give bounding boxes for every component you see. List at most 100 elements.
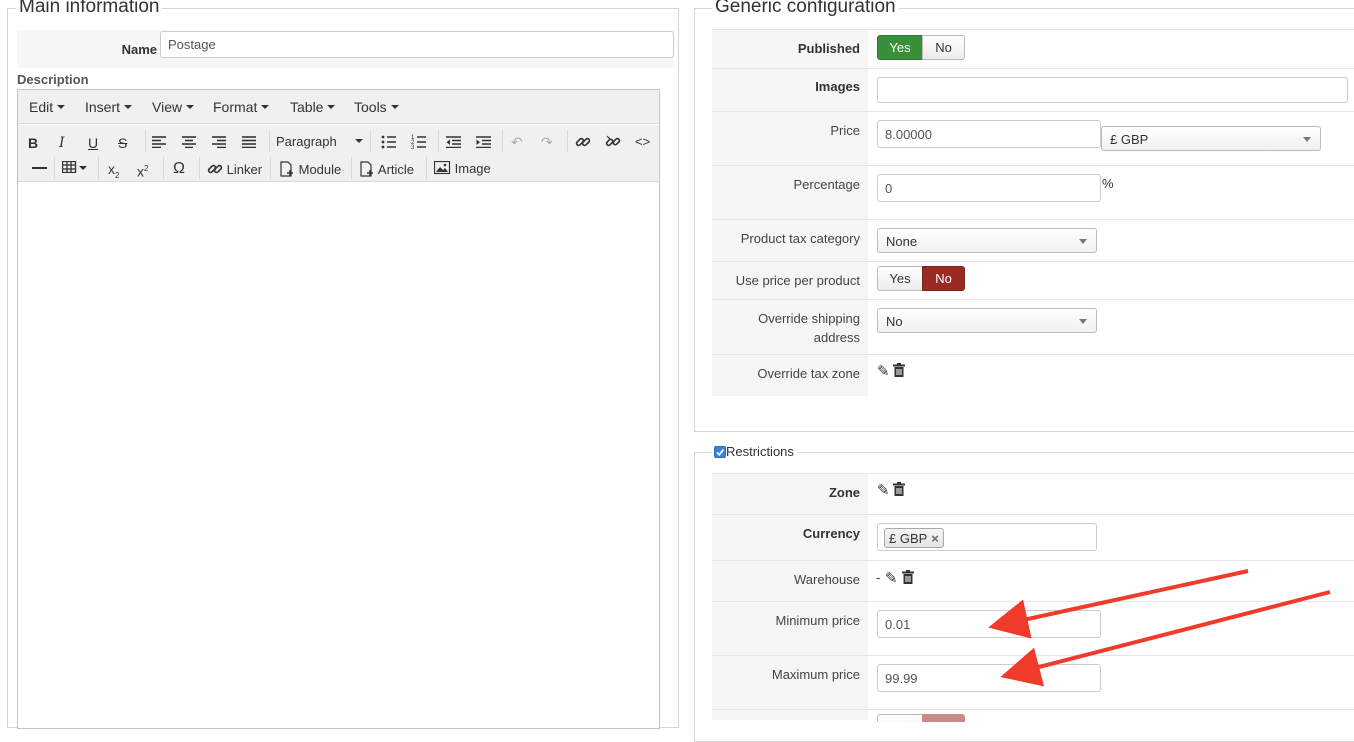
restrictions-checkbox[interactable] — [714, 446, 726, 458]
svg-text:3: 3 — [411, 145, 415, 149]
trash-icon[interactable] — [902, 570, 914, 584]
linker-button[interactable]: Linker — [207, 161, 262, 177]
underline-icon[interactable]: U — [88, 135, 98, 151]
menu-tools[interactable]: Tools — [354, 99, 399, 115]
row-label-cell — [712, 112, 868, 165]
image-icon — [433, 160, 451, 175]
indent-icon[interactable] — [476, 136, 491, 148]
restrictions-legend: Restrictions — [712, 444, 797, 459]
redo-icon[interactable]: ↷ — [541, 134, 553, 150]
published-yes-button[interactable]: Yes — [877, 35, 923, 60]
chevron-down-icon[interactable] — [79, 166, 87, 170]
trash-icon[interactable] — [893, 482, 905, 496]
menu-view[interactable]: View — [152, 99, 195, 115]
toolbar-separator — [426, 157, 427, 179]
align-right-icon[interactable] — [212, 136, 226, 148]
name-label: Name — [121, 42, 157, 57]
numbered-list-icon[interactable]: 123 — [411, 134, 426, 149]
override-shipping-select[interactable]: No — [877, 308, 1097, 333]
generic-configuration-legend: Generic configuration — [712, 0, 899, 17]
percentage-label: Percentage — [793, 177, 861, 192]
tax-category-select[interactable]: None — [877, 228, 1097, 253]
edit-pencil-icon[interactable]: ✎ — [877, 481, 890, 499]
checkmark-icon — [716, 448, 725, 457]
horizontal-rule-icon[interactable] — [32, 167, 47, 169]
close-icon[interactable]: × — [931, 531, 939, 546]
toolbar-separator — [199, 157, 200, 179]
bold-icon[interactable]: B — [28, 135, 38, 151]
warehouse-row: Warehouse — [712, 560, 1354, 601]
menu-format[interactable]: Format — [213, 99, 270, 115]
row-label-cell — [712, 710, 868, 720]
maximum-price-input[interactable]: 99.99 — [877, 664, 1101, 692]
price-per-product-no-button[interactable]: No — [922, 266, 965, 291]
outdent-icon[interactable] — [446, 136, 461, 148]
align-left-icon[interactable] — [152, 136, 166, 148]
undo-icon[interactable]: ↶ — [511, 134, 523, 150]
published-no-button[interactable]: No — [922, 35, 965, 60]
bullet-list-icon[interactable] — [381, 135, 396, 149]
image-label: Image — [454, 161, 491, 176]
table-icon[interactable] — [62, 161, 78, 173]
price-currency-select[interactable]: £ GBP — [1101, 126, 1321, 151]
tax-category-label: Product tax category — [740, 231, 860, 246]
toolbar-separator — [54, 157, 55, 179]
toggle-no-button[interactable] — [922, 714, 965, 722]
row-label-cell — [712, 602, 868, 655]
published-label: Published — [797, 41, 860, 56]
minimum-price-input[interactable]: 0.01 — [877, 610, 1101, 638]
trash-icon[interactable] — [893, 363, 905, 377]
description-editor: Edit Insert View Format Table Tools B I … — [17, 89, 660, 729]
toolbar-separator — [351, 157, 352, 179]
menu-table[interactable]: Table — [290, 99, 336, 115]
price-input[interactable]: 8.00000 — [877, 120, 1101, 148]
editor-toolbar: B I U S Paragraph 123 ↶ ↷ <> x2 x2 Ω Lin… — [18, 125, 659, 182]
unlink-icon[interactable] — [605, 134, 621, 150]
module-button[interactable]: Module — [279, 161, 341, 177]
italic-icon[interactable]: I — [59, 135, 65, 151]
zone-row: Zone — [712, 473, 1354, 514]
article-button[interactable]: Article — [359, 161, 414, 177]
row-label-cell — [712, 300, 868, 354]
strikethrough-icon[interactable]: S — [118, 135, 127, 151]
link-icon — [207, 164, 223, 174]
align-justify-icon[interactable] — [242, 136, 256, 148]
subscript-icon[interactable]: x2 — [108, 161, 119, 184]
add-document-icon — [280, 161, 293, 177]
currency-tag: £ GBP × — [884, 528, 944, 548]
toolbar-separator — [98, 157, 99, 179]
linker-label: Linker — [226, 162, 263, 177]
menu-edit[interactable]: Edit — [29, 99, 66, 115]
menu-insert[interactable]: Insert — [85, 99, 133, 115]
toolbar-separator — [567, 130, 568, 152]
currency-label: Currency — [802, 526, 860, 541]
toolbar-separator — [269, 130, 270, 152]
image-button[interactable]: Image — [433, 160, 491, 176]
toolbar-separator — [270, 157, 271, 179]
toolbar-separator — [163, 157, 164, 179]
override-shipping-label: Override shipping — [758, 311, 860, 326]
currency-tag-label: £ GBP — [889, 531, 928, 546]
toolbar-separator — [145, 130, 146, 152]
edit-pencil-icon[interactable]: ✎ — [877, 362, 890, 380]
edit-pencil-icon[interactable]: ✎ — [885, 569, 898, 587]
minimum-price-label: Minimum price — [775, 613, 860, 628]
editor-content-area[interactable] — [18, 183, 659, 728]
source-code-icon[interactable]: <> — [635, 134, 650, 150]
images-input[interactable] — [877, 77, 1348, 103]
special-character-icon[interactable]: Ω — [173, 161, 185, 177]
superscript-icon[interactable]: x2 — [137, 161, 148, 180]
link-icon[interactable] — [575, 134, 591, 150]
price-per-product-yes-button[interactable]: Yes — [877, 266, 923, 291]
align-center-icon[interactable] — [182, 136, 196, 148]
main-information-legend: Main information — [16, 0, 163, 17]
toggle-yes-button[interactable] — [877, 714, 923, 722]
paragraph-format-select[interactable]: Paragraph — [276, 134, 363, 149]
name-input[interactable]: Postage — [160, 31, 674, 58]
restrictions-legend-label: Restrictions — [726, 444, 794, 459]
zone-label: Zone — [828, 485, 860, 500]
article-label: Article — [377, 162, 415, 177]
percentage-input[interactable]: 0 — [877, 174, 1101, 202]
toolbar-separator — [370, 130, 371, 152]
module-label: Module — [298, 162, 342, 177]
